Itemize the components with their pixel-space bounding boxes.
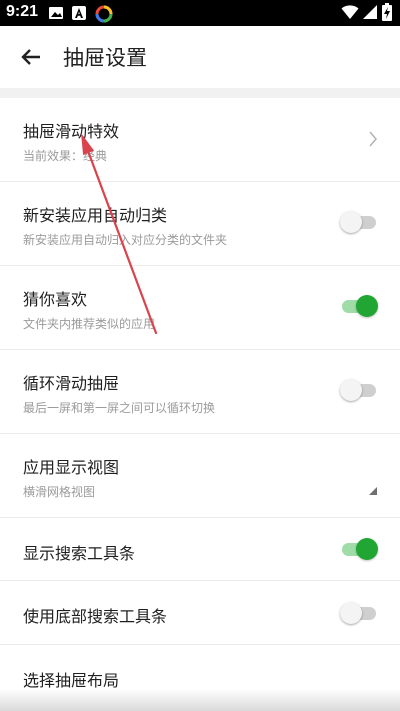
drawer-settings-screen: 9:21 抽屉设置 抽屉滑动特效 当前效果：经典 新安装应用自动归类 新安装应用… xyxy=(0,0,400,711)
setting-drawer-slide-effect[interactable]: 抽屉滑动特效 当前效果：经典 xyxy=(0,98,400,182)
setting-title: 使用底部搜索工具条 xyxy=(23,607,168,626)
image-icon xyxy=(49,7,63,19)
setting-title: 抽屉滑动特效 xyxy=(23,122,120,141)
setting-bottom-search-bar[interactable]: 使用底部搜索工具条 xyxy=(0,581,400,645)
chevron-right-icon xyxy=(369,131,378,147)
setting-title: 猜你喜欢 xyxy=(23,290,88,309)
loop-scroll-toggle[interactable] xyxy=(340,379,378,401)
settings-list: 抽屉滑动特效 当前效果：经典 新安装应用自动归类 新安装应用自动归入对应分类的文… xyxy=(0,98,400,711)
battery-charging-icon xyxy=(382,3,392,21)
wifi-icon xyxy=(341,5,359,19)
setting-subtitle: 最后一屏和第一屏之间可以循环切换 xyxy=(23,401,216,415)
app-bar: 抽屉设置 xyxy=(0,26,400,88)
setting-show-search-bar[interactable]: 显示搜索工具条 xyxy=(0,518,400,581)
auto-categorize-toggle[interactable] xyxy=(340,211,378,233)
font-a-icon xyxy=(72,6,86,20)
setting-subtitle: 当前效果：经典 xyxy=(23,149,108,163)
setting-subtitle: 横滑网格视图 xyxy=(23,485,96,499)
back-button[interactable] xyxy=(12,38,50,76)
setting-auto-categorize-new-apps[interactable]: 新安装应用自动归类 新安装应用自动归入对应分类的文件夹 xyxy=(0,182,400,266)
setting-subtitle: 文件夹内推荐类似的应用 xyxy=(23,317,156,331)
status-time: 9:21 xyxy=(6,3,39,20)
setting-guess-you-like[interactable]: 猜你喜欢 文件夹内推荐类似的应用 xyxy=(0,266,400,350)
header-divider xyxy=(0,88,400,98)
guess-you-like-toggle[interactable] xyxy=(340,295,378,317)
setting-app-display-view[interactable]: 应用显示视图 横滑网格视图 xyxy=(0,434,400,518)
setting-title: 应用显示视图 xyxy=(23,458,120,477)
setting-title: 新安装应用自动归类 xyxy=(23,206,168,225)
arrow-back-icon xyxy=(21,49,40,65)
setting-title: 循环滑动抽屉 xyxy=(23,374,120,393)
setting-loop-drawer-scroll[interactable]: 循环滑动抽屉 最后一屏和第一屏之间可以循环切换 xyxy=(0,350,400,434)
dropdown-triangle-icon xyxy=(369,487,377,495)
bottom-search-bar-toggle[interactable] xyxy=(340,602,378,624)
setting-title: 选择抽屉布局 xyxy=(23,671,120,690)
signal-icon xyxy=(363,5,377,19)
setting-subtitle: 新安装应用自动归入对应分类的文件夹 xyxy=(23,233,228,247)
app-ring-icon xyxy=(95,5,113,23)
show-search-bar-toggle[interactable] xyxy=(340,538,378,560)
setting-title: 显示搜索工具条 xyxy=(23,544,136,563)
status-bar: 9:21 xyxy=(0,0,400,26)
bottom-scroll-shadow xyxy=(0,689,400,711)
page-title: 抽屉设置 xyxy=(63,46,147,70)
